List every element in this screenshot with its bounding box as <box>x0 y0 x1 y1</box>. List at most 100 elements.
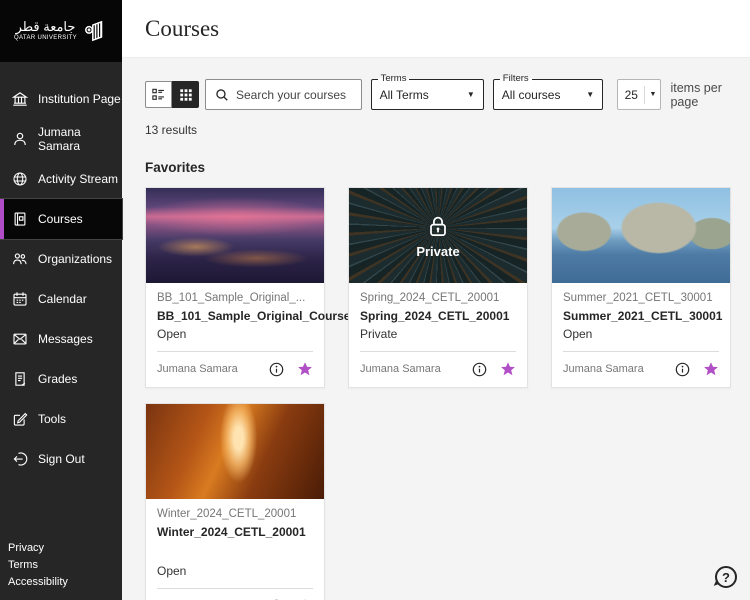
grid-view-button[interactable] <box>172 81 199 108</box>
page-header: Courses <box>122 0 750 57</box>
people-icon <box>11 250 29 268</box>
chevron-down-icon: ▼ <box>645 91 660 98</box>
favorite-star-icon[interactable] <box>703 361 719 377</box>
page-title: Courses <box>145 16 219 42</box>
course-banner-image <box>146 188 324 283</box>
course-search <box>205 79 362 110</box>
accessibility-link[interactable]: Accessibility <box>8 574 68 591</box>
book-icon <box>11 210 29 228</box>
divider <box>157 351 313 352</box>
sidebar-item-label: Sign Out <box>38 452 85 466</box>
sidebar-item-courses[interactable]: Courses <box>0 199 122 239</box>
page-size-value: 25 <box>618 88 644 102</box>
list-view-button[interactable] <box>145 81 172 108</box>
grid-view-icon <box>179 88 193 102</box>
course-id: Spring_2024_CETL_20001 <box>360 292 516 304</box>
view-toggle <box>145 81 199 108</box>
divider <box>157 588 313 589</box>
envelope-icon <box>11 330 29 348</box>
course-info-button[interactable] <box>472 362 487 377</box>
course-card-grid: BB_101_Sample_Original_... BB_101_Sample… <box>145 187 735 600</box>
search-icon <box>215 88 229 102</box>
logo-arabic-text: جامعة قطر <box>14 20 77 35</box>
sidebar-item-organizations[interactable]: Organizations <box>0 239 122 279</box>
course-owner: Jumana Samara <box>563 363 675 375</box>
sidebar-item-grades[interactable]: Grades <box>0 359 122 399</box>
course-info-button[interactable] <box>269 362 284 377</box>
sidebar-item-messages[interactable]: Messages <box>0 319 122 359</box>
course-id: BB_101_Sample_Original_... <box>157 292 313 304</box>
sidebar-item-tools[interactable]: Tools <box>0 399 122 439</box>
terms-select-label: Terms <box>378 73 410 84</box>
sidebar-item-label: Organizations <box>38 252 112 266</box>
course-banner-image: Private <box>349 188 527 283</box>
grades-icon <box>11 370 29 388</box>
favorite-star-icon[interactable] <box>500 361 516 377</box>
course-name-link[interactable]: Spring_2024_CETL_20001 <box>360 309 516 324</box>
filters-select[interactable]: Filters All courses ▼ <box>493 79 603 110</box>
favorite-star-icon[interactable] <box>297 361 313 377</box>
content-area: Terms All Terms ▼ Filters All courses ▼ … <box>122 57 750 600</box>
pencil-square-icon <box>11 410 29 428</box>
sign-out-icon <box>11 450 29 468</box>
sidebar-item-activity-stream[interactable]: Activity Stream <box>0 159 122 199</box>
course-card[interactable]: Summer_2021_CETL_30001 Summer_2021_CETL_… <box>551 187 731 388</box>
sidebar-item-calendar[interactable]: Calendar <box>0 279 122 319</box>
lock-icon <box>424 213 452 241</box>
course-name-link[interactable]: Summer_2021_CETL_30001 <box>563 309 719 324</box>
institution-icon <box>11 90 29 108</box>
course-owner: Jumana Samara <box>360 363 472 375</box>
private-overlay-label: Private <box>416 244 459 259</box>
sidebar-item-institution-page[interactable]: Institution Page <box>0 79 122 119</box>
course-banner-image <box>552 188 730 283</box>
sidebar-item-label: Tools <box>38 412 66 426</box>
sidebar-item-label: Messages <box>38 332 93 346</box>
course-name-link[interactable]: BB_101_Sample_Original_Course <box>157 309 313 324</box>
privacy-link[interactable]: Privacy <box>8 540 68 557</box>
private-overlay: Private <box>349 188 527 283</box>
page-size-select[interactable]: 25 ▼ <box>617 79 661 110</box>
course-status: Open <box>157 564 313 578</box>
items-per-page-label: items per page <box>670 81 750 109</box>
main-area: Courses <box>122 0 750 600</box>
course-id: Summer_2021_CETL_30001 <box>563 292 719 304</box>
course-status: Open <box>157 327 313 341</box>
globe-icon <box>11 170 29 188</box>
chevron-down-icon: ▼ <box>467 90 475 99</box>
results-count: 13 results <box>145 123 750 137</box>
terms-select[interactable]: Terms All Terms ▼ <box>371 79 484 110</box>
filters-select-value: All courses <box>502 88 561 102</box>
terms-select-value: All Terms <box>380 88 429 102</box>
filters-select-label: Filters <box>500 73 532 84</box>
logo-english-text: QATAR UNIVERSITY <box>14 35 77 42</box>
course-banner-image <box>146 404 324 499</box>
sidebar-item-label: Grades <box>38 372 77 386</box>
sidebar-item-profile[interactable]: Jumana Samara <box>0 119 122 159</box>
course-card[interactable]: Winter_2024_CETL_20001 Winter_2024_CETL_… <box>145 403 325 600</box>
sidebar-item-label: Institution Page <box>38 92 121 106</box>
search-input[interactable] <box>236 88 352 102</box>
sidebar-item-sign-out[interactable]: Sign Out <box>0 439 122 479</box>
help-button[interactable]: ? <box>715 566 737 588</box>
course-card[interactable]: Private Spring_2024_CETL_20001 Spring_20… <box>348 187 528 388</box>
calendar-icon <box>11 290 29 308</box>
terms-link[interactable]: Terms <box>8 557 68 574</box>
list-view-icon <box>151 87 166 102</box>
university-building-icon <box>82 18 108 44</box>
course-status: Private <box>360 327 516 341</box>
user-icon <box>11 130 29 148</box>
course-info-button[interactable] <box>675 362 690 377</box>
course-name-link[interactable]: Winter_2024_CETL_20001 <box>157 525 313 540</box>
sidebar-item-label: Jumana Samara <box>38 125 122 153</box>
courses-toolbar: Terms All Terms ▼ Filters All courses ▼ … <box>145 79 750 110</box>
divider <box>563 351 719 352</box>
favorites-heading: Favorites <box>145 160 750 175</box>
university-logo[interactable]: جامعة قطر QATAR UNIVERSITY <box>0 0 122 62</box>
course-owner: Jumana Samara <box>157 363 269 375</box>
course-card[interactable]: BB_101_Sample_Original_... BB_101_Sample… <box>145 187 325 388</box>
chevron-down-icon: ▼ <box>586 90 594 99</box>
sidebar-item-label: Courses <box>38 212 83 226</box>
course-status: Open <box>563 327 719 341</box>
sidebar: جامعة قطر QATAR UNIVERSITY Institution P… <box>0 0 122 600</box>
divider <box>360 351 516 352</box>
